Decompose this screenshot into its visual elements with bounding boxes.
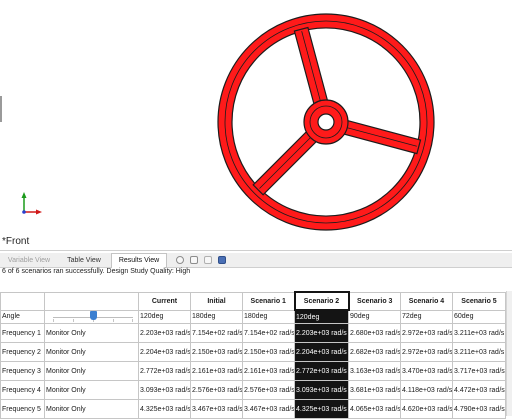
tab-results-view[interactable]: Results View <box>111 253 167 268</box>
result-cell[interactable]: 2.150e+03 rad/s <box>242 342 295 362</box>
result-cell[interactable]: 3.717e+03 rad/s <box>452 361 506 381</box>
result-cell[interactable]: 4.790e+03 rad/s <box>452 399 506 419</box>
table-row: Frequency 5 Monitor Only 4.325e+03 rad/s 3.… <box>0 399 506 419</box>
table-row: Frequency 4 Monitor Only 3.093e+03 rad/s 2.… <box>0 380 506 400</box>
vertical-scrollbar[interactable] <box>506 291 512 416</box>
result-cell[interactable]: 2.161e+03 rad/s <box>190 361 243 381</box>
design-study-panel: Variable View Table View Results View 6 … <box>0 250 512 419</box>
goal-cell[interactable]: Monitor Only <box>44 342 139 362</box>
table-icon[interactable] <box>190 256 198 264</box>
header-scenario-5[interactable]: Scenario 5 <box>452 291 506 311</box>
tab-table-view[interactable]: Table View <box>60 254 108 267</box>
results-table: Current Initial Scenario 1 Scenario 2 Sc… <box>0 291 506 419</box>
result-cell[interactable]: 3.681e+03 rad/s <box>348 380 401 400</box>
tab-variable-view[interactable]: Variable View <box>2 254 56 267</box>
result-cell[interactable]: 2.161e+03 rad/s <box>242 361 295 381</box>
result-cell[interactable]: 3.467e+03 rad/s <box>190 399 243 419</box>
row-label: Frequency 3 <box>0 361 45 381</box>
result-cell[interactable]: 2.204e+03 rad/s <box>138 342 191 362</box>
result-cell[interactable]: 2.972e+03 rad/s <box>400 342 453 362</box>
result-cell[interactable]: 2.576e+03 rad/s <box>190 380 243 400</box>
angle-scenario-5[interactable]: 60deg <box>452 309 506 324</box>
result-cell[interactable]: 2.772e+03 rad/s <box>138 361 191 381</box>
result-cell[interactable]: 2.680e+03 rad/s <box>348 323 401 343</box>
gear-icon[interactable] <box>176 256 184 264</box>
row-label: Frequency 5 <box>0 399 45 419</box>
result-cell[interactable]: 2.150e+03 rad/s <box>190 342 243 362</box>
row-label: Frequency 2 <box>0 342 45 362</box>
header-scenario-2[interactable]: Scenario 2 <box>293 291 350 311</box>
angle-scenario-3[interactable]: 90deg <box>348 309 401 324</box>
result-cell[interactable]: 3.211e+03 rad/s <box>452 342 506 362</box>
save-icon[interactable] <box>218 256 226 264</box>
angle-scenario-4[interactable]: 72deg <box>400 309 453 324</box>
result-cell[interactable]: 2.204e+03 rad/s <box>294 342 349 362</box>
header-row: Current Initial Scenario 1 Scenario 2 Sc… <box>0 291 506 311</box>
result-cell[interactable]: 4.620e+03 rad/s <box>400 399 453 419</box>
result-cell[interactable]: 4.065e+03 rad/s <box>348 399 401 419</box>
view-orientation-label: *Front <box>2 236 30 247</box>
header-goal-col <box>44 291 139 311</box>
result-cell[interactable]: 3.211e+03 rad/s <box>452 323 506 343</box>
angle-current[interactable]: 120deg <box>138 309 191 324</box>
result-cell[interactable]: 3.470e+03 rad/s <box>400 361 453 381</box>
result-cell[interactable]: 2.972e+03 rad/s <box>400 323 453 343</box>
axis-triad <box>21 192 42 215</box>
angle-scenario-1[interactable]: 180deg <box>242 309 295 324</box>
angle-row-label: Angle <box>0 309 45 324</box>
result-cell[interactable]: 2.576e+03 rad/s <box>242 380 295 400</box>
result-cell[interactable]: 4.472e+03 rad/s <box>452 380 506 400</box>
header-scenario-3[interactable]: Scenario 3 <box>348 291 401 311</box>
header-scenario-4[interactable]: Scenario 4 <box>400 291 453 311</box>
result-cell[interactable]: 4.325e+03 rad/s <box>294 399 349 419</box>
slider-thumb[interactable] <box>90 310 97 320</box>
goal-cell[interactable]: Monitor Only <box>44 323 139 343</box>
wheel-hub <box>303 99 349 145</box>
result-cell[interactable]: 3.093e+03 rad/s <box>138 380 191 400</box>
header-initial[interactable]: Initial <box>190 291 243 311</box>
row-label: Frequency 1 <box>0 323 45 343</box>
result-cell[interactable]: 4.325e+03 rad/s <box>138 399 191 419</box>
angle-scenario-2[interactable]: 120deg <box>294 309 349 324</box>
panel-tab-bar: Variable View Table View Results View <box>0 253 512 268</box>
result-cell[interactable]: 3.093e+03 rad/s <box>294 380 349 400</box>
table-row: Frequency 2 Monitor Only 2.204e+03 rad/s 2.… <box>0 342 506 362</box>
result-cell[interactable]: 2.203e+03 rad/s <box>294 323 349 343</box>
row-label: Frequency 4 <box>0 380 45 400</box>
result-cell[interactable]: 3.163e+03 rad/s <box>348 361 401 381</box>
goal-cell[interactable]: Monitor Only <box>44 399 139 419</box>
table-row: Frequency 3 Monitor Only 2.772e+03 rad/s 2.… <box>0 361 506 381</box>
goal-cell[interactable]: Monitor Only <box>44 361 139 381</box>
status-message: 6 of 6 scenarios ran successfully. Desig… <box>2 268 191 275</box>
angle-initial[interactable]: 180deg <box>190 309 243 324</box>
angle-slider[interactable] <box>44 309 139 324</box>
header-scenario-1[interactable]: Scenario 1 <box>242 291 295 311</box>
angle-row: Angle 120deg 180deg 180deg 120deg 90deg <box>0 309 506 324</box>
header-current[interactable]: Current <box>138 291 191 311</box>
result-cell[interactable]: 2.682e+03 rad/s <box>348 342 401 362</box>
table-row: Frequency 1 Monitor Only 2.203e+03 rad/s 7.… <box>0 323 506 343</box>
result-cell[interactable]: 2.203e+03 rad/s <box>138 323 191 343</box>
result-cell[interactable]: 7.154e+02 rad/s <box>242 323 295 343</box>
run-icon[interactable] <box>204 256 212 264</box>
result-cell[interactable]: 2.772e+03 rad/s <box>294 361 349 381</box>
result-cell[interactable]: 7.154e+02 rad/s <box>190 323 243 343</box>
handwheel-model[interactable] <box>0 0 512 248</box>
header-label-col <box>0 291 45 311</box>
result-cell[interactable]: 4.118e+03 rad/s <box>400 380 453 400</box>
result-cell[interactable]: 3.467e+03 rad/s <box>242 399 295 419</box>
goal-cell[interactable]: Monitor Only <box>44 380 139 400</box>
graphics-viewport[interactable]: *Front <box>0 0 512 248</box>
wheel-rim <box>217 13 435 231</box>
